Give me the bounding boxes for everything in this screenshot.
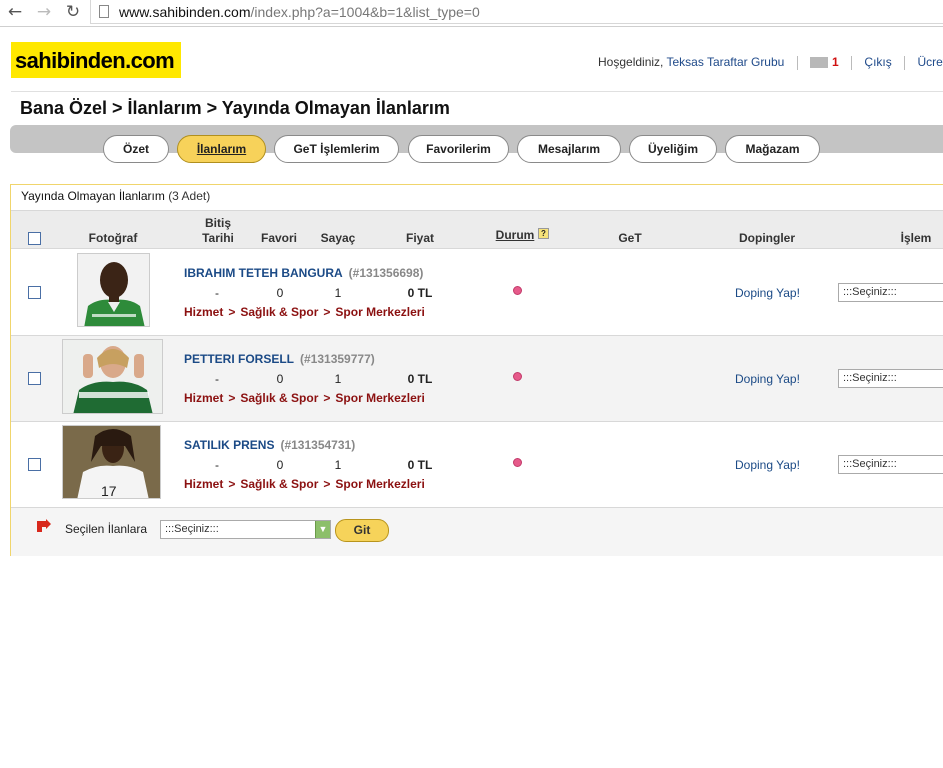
category-link[interactable]: Hizmet [184,477,223,491]
status-icon [513,458,522,467]
listing-id: (#131354731) [280,438,356,452]
bulk-label: Seçilen İlanlara [65,522,148,536]
view-counter: 1 [334,458,342,472]
listing-photo[interactable] [77,253,150,327]
svg-text:17: 17 [101,483,117,499]
category-link[interactable]: Hizmet [184,391,223,405]
col-get: GeT [618,231,642,245]
go-button[interactable]: Git [335,519,389,542]
divider [904,55,906,70]
tab-summary[interactable]: Özet [103,135,169,163]
help-icon[interactable]: ? [538,228,549,239]
arrow-icon [37,519,51,532]
view-counter: 1 [334,372,342,386]
chevron-down-icon[interactable]: ▼ [315,521,330,538]
tab-my-listings[interactable]: İlanlarım [177,135,266,163]
listing-title[interactable]: SATILIK PRENS (#131354731) [184,438,355,452]
favorite-count: 0 [276,372,284,386]
row-checkbox[interactable] [28,372,41,385]
category-path: Hizmet > Sağlık & Spor > Spor Merkezleri [184,391,425,405]
divider [851,55,853,70]
doping-link[interactable]: Doping Yap! [735,458,800,472]
category-path: Hizmet > Sağlık & Spor > Spor Merkezleri [184,477,425,491]
row-checkbox[interactable] [28,286,41,299]
favorite-count: 0 [276,458,284,472]
page-icon [99,5,109,18]
header-divider [11,91,943,92]
url-text: www.sahibinden.com/index.php?a=1004&b=1&… [119,4,480,20]
category-link[interactable]: Sağlık & Spor [240,305,318,319]
listing-photo[interactable]: 17 [62,425,161,499]
price: 0 TL [407,286,433,300]
tab-messages[interactable]: Mesajlarım [517,135,621,163]
col-photo: Fotoğraf [88,231,138,245]
col-dopings: Dopingler [739,231,795,245]
username-link[interactable]: Teksas Taraftar Grubu [667,55,785,69]
col-status[interactable]: Durum [494,228,536,242]
user-bar: Hoşgeldiniz, Teksas Taraftar Grubu 1 Çık… [598,55,943,70]
view-counter: 1 [334,286,342,300]
doping-link[interactable]: Doping Yap! [735,286,800,300]
reload-icon[interactable]: ↻ [62,2,84,22]
col-counter: Sayaç [320,231,356,245]
action-select[interactable]: :::Seçiniz::: [838,283,943,302]
category-link[interactable]: Spor Merkezleri [335,305,424,319]
divider [796,55,798,70]
col-favorites: Favori [260,231,297,245]
status-icon [513,286,522,295]
listing-count: (3 Adet) [168,189,211,203]
listing-id: (#131356698) [348,266,424,280]
browser-toolbar: ← → ↻ www.sahibinden.com/index.php?a=100… [0,0,943,27]
action-select[interactable]: :::Seçiniz::: [838,369,943,388]
listing-id: (#131359777) [300,352,375,366]
bulk-actions-bar [11,508,943,556]
page-title: Bana Özel > İlanlarım > Yayında Olmayan … [20,98,450,118]
category-link[interactable]: Spor Merkezleri [335,477,424,491]
forward-icon[interactable]: → [33,2,55,22]
site-logo[interactable]: sahibinden.com [11,42,181,78]
action-select[interactable]: :::Seçiniz::: [838,455,943,474]
col-price: Fiyat [405,231,434,245]
tab-store[interactable]: Mağazam [725,135,820,163]
category-link[interactable]: Spor Merkezleri [335,391,424,405]
listing-title[interactable]: IBRAHIM TETEH BANGURA (#131356698) [184,266,423,280]
end-date: - [215,458,219,472]
logout-link[interactable]: Çıkış [864,55,891,69]
status-icon [513,372,522,381]
back-icon[interactable]: ← [4,2,26,22]
select-all-checkbox[interactable] [28,232,41,245]
col-action: İşlem [900,231,932,245]
bulk-action-select[interactable]: :::Seçiniz::: [160,520,331,539]
listing-photo[interactable] [62,339,163,414]
tab-membership[interactable]: Üyeliğim [629,135,717,163]
category-link[interactable]: Hizmet [184,305,223,319]
category-link[interactable]: Sağlık & Spor [240,477,318,491]
price: 0 TL [407,458,433,472]
listing-title[interactable]: PETTERI FORSELL (#131359777) [184,352,375,366]
row-checkbox[interactable] [28,458,41,471]
tab-favorites[interactable]: Favorilerim [408,135,509,163]
col-end-date-2: Tarihi [202,231,234,245]
panel-title: Yayında Olmayan İlanlarım (3 Adet) [21,189,211,203]
category-link[interactable]: Sağlık & Spor [240,391,318,405]
mail-icon[interactable] [810,57,829,69]
message-count[interactable]: 1 [832,55,839,69]
tab-get-operations[interactable]: GeT İşlemlerim [274,135,399,163]
end-date: - [215,286,219,300]
free-link[interactable]: Ücretsi [917,55,943,69]
doping-link[interactable]: Doping Yap! [735,372,800,386]
category-path: Hizmet > Sağlık & Spor > Spor Merkezleri [184,305,425,319]
welcome-text: Hoşgeldiniz, [598,55,664,69]
favorite-count: 0 [276,286,284,300]
address-bar[interactable]: www.sahibinden.com/index.php?a=1004&b=1&… [90,0,943,24]
logo-text: sahibinden.com [15,48,175,73]
col-end-date-1: Bitiş [204,216,231,230]
price: 0 TL [407,372,433,386]
table-row [11,250,943,336]
end-date: - [215,372,219,386]
